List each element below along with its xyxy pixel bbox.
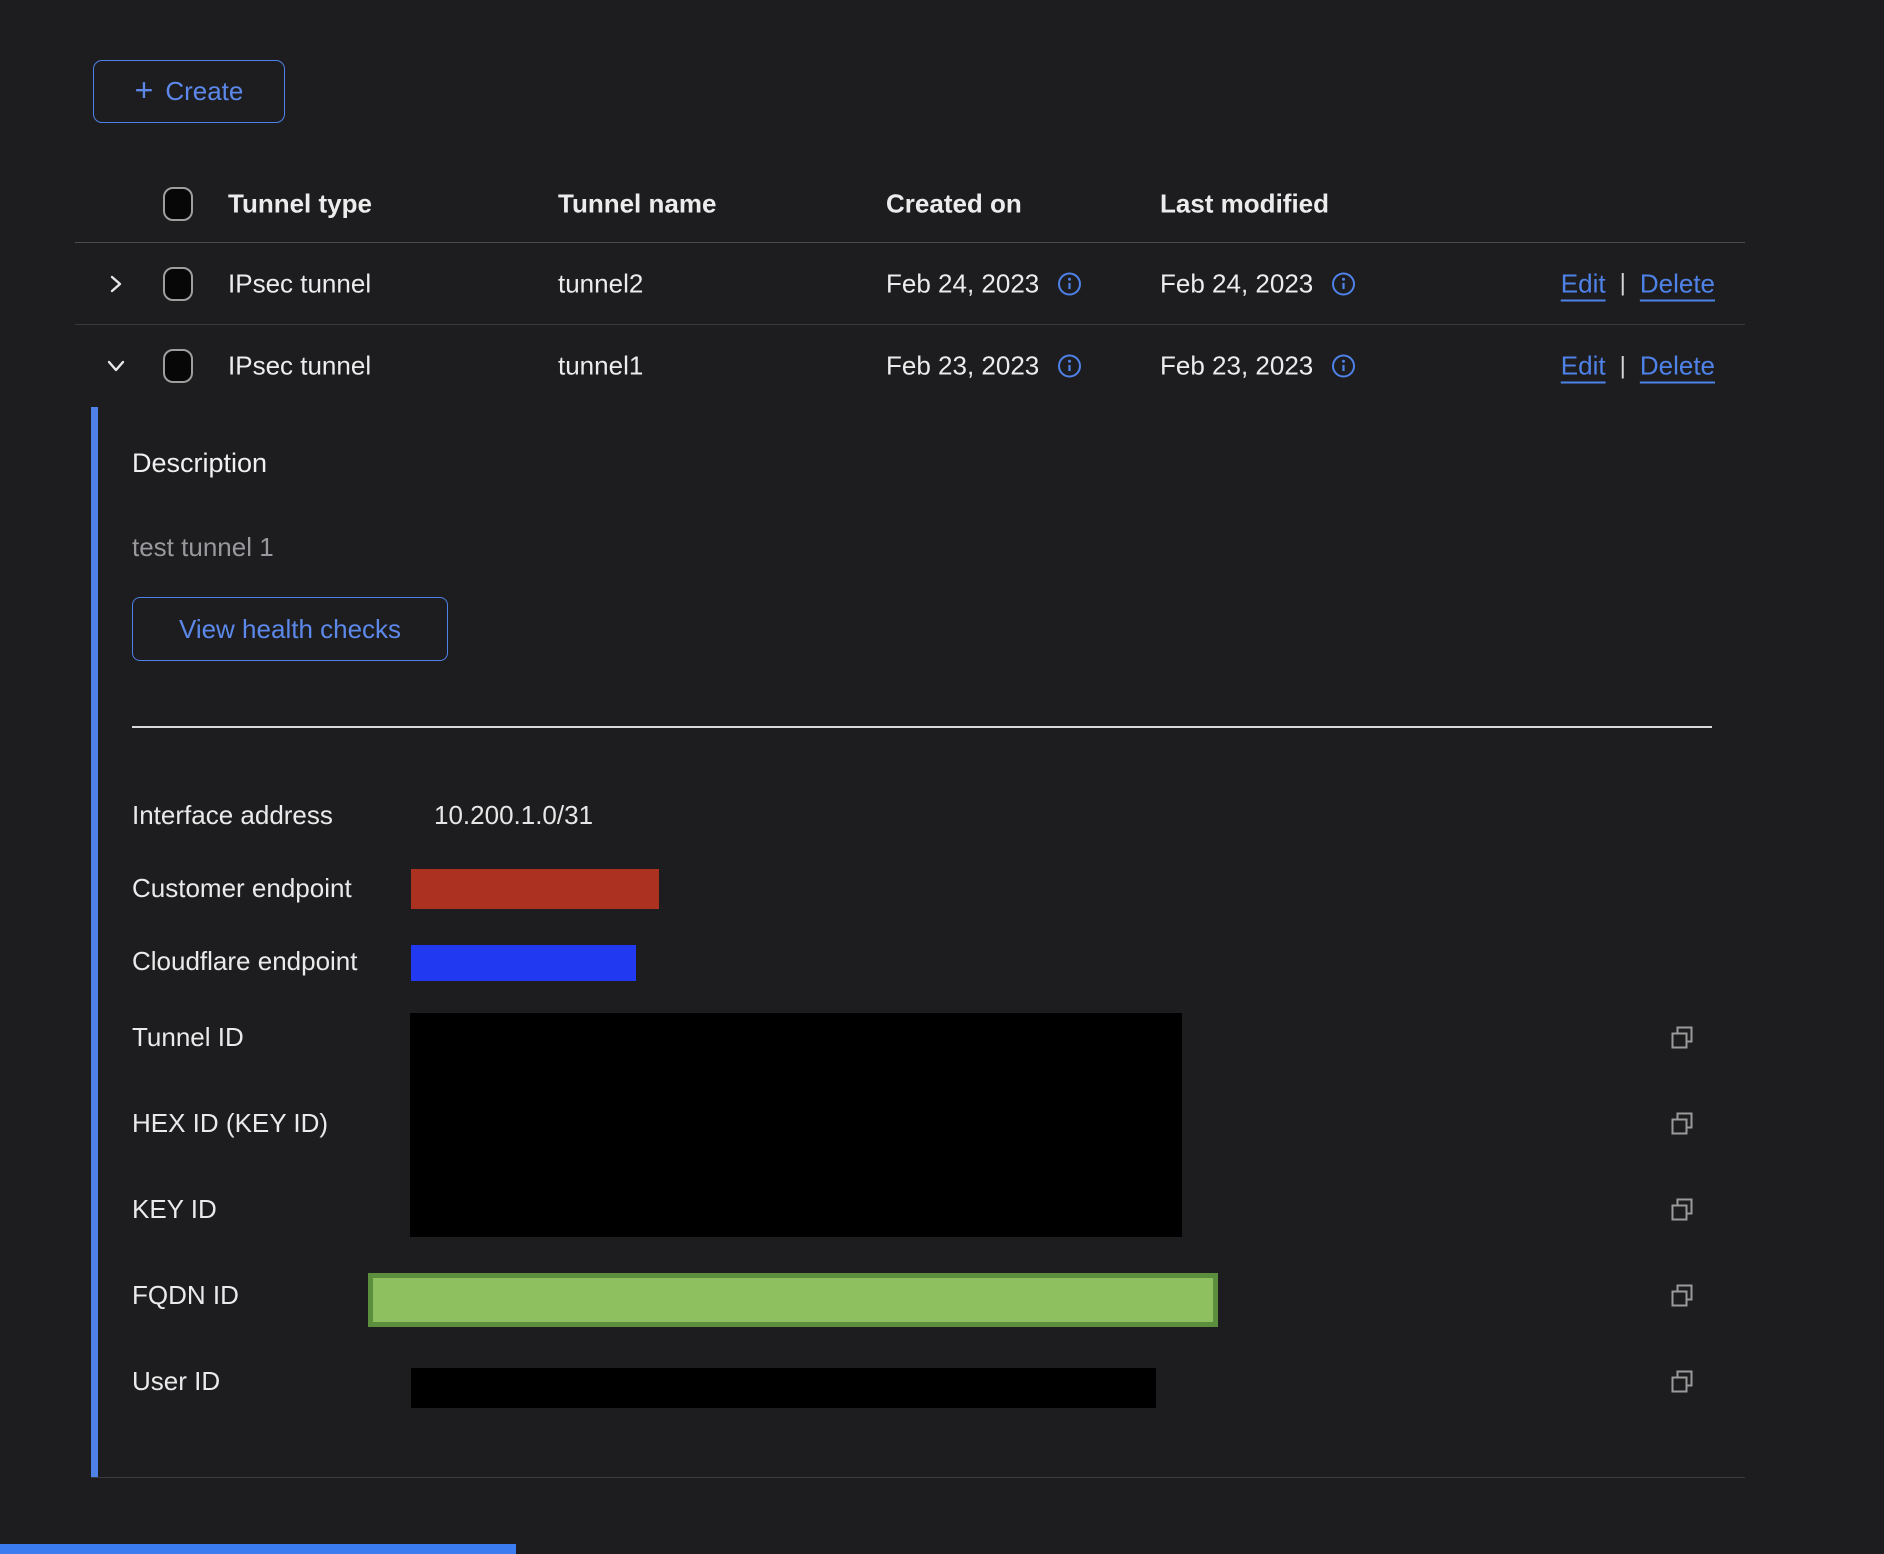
table-row-tunnel1: IPsec tunnel tunnel1 Feb 23, 2023 Feb 23… — [75, 325, 1745, 407]
fqdn-id-label: FQDN ID — [132, 1280, 239, 1311]
cloudflare-endpoint-label: Cloudflare endpoint — [132, 946, 358, 977]
interface-address-label: Interface address — [132, 800, 333, 831]
hex-id-label: HEX ID (KEY ID) — [132, 1108, 328, 1139]
chevron-right-icon — [103, 271, 129, 297]
copy-tunnel-id-button[interactable] — [1668, 1024, 1696, 1052]
tunnel-type-cell: IPsec tunnel — [228, 351, 371, 382]
tunnels-table: Tunnel type Tunnel name Created on Last … — [75, 165, 1745, 407]
fqdn-id-redacted-value — [368, 1273, 1218, 1327]
create-button-label: Create — [165, 76, 243, 107]
copy-fqdn-id-button[interactable] — [1668, 1282, 1696, 1310]
info-icon[interactable] — [1057, 354, 1082, 379]
customer-endpoint-redacted-value — [411, 869, 659, 909]
copy-icon — [1668, 1282, 1696, 1310]
user-id-label: User ID — [132, 1366, 220, 1397]
expanded-row-accent-bar — [91, 407, 98, 1477]
table-header-row: Tunnel type Tunnel name Created on Last … — [75, 165, 1745, 243]
last-modified-cell: Feb 23, 2023 — [1160, 351, 1313, 382]
section-divider — [132, 726, 1712, 728]
copy-icon — [1668, 1110, 1696, 1138]
created-on-cell: Feb 23, 2023 — [886, 351, 1039, 382]
bottom-accent-bar — [0, 1544, 516, 1554]
info-icon[interactable] — [1057, 271, 1082, 296]
header-tunnel-type: Tunnel type — [228, 188, 372, 219]
edit-link[interactable]: Edit — [1561, 268, 1606, 299]
select-all-checkbox[interactable] — [163, 187, 193, 221]
tunnel-type-cell: IPsec tunnel — [228, 268, 371, 299]
edit-link[interactable]: Edit — [1561, 351, 1606, 382]
tunnel-name-cell: tunnel2 — [558, 268, 643, 299]
create-button[interactable]: + Create — [93, 60, 285, 123]
description-label: Description — [132, 448, 267, 479]
action-separator: | — [1620, 270, 1626, 298]
view-health-checks-button[interactable]: View health checks — [132, 597, 448, 661]
collapse-row-button[interactable] — [101, 351, 131, 381]
last-modified-cell: Feb 24, 2023 — [1160, 268, 1313, 299]
copy-user-id-button[interactable] — [1668, 1368, 1696, 1396]
user-id-redacted-value — [411, 1368, 1156, 1408]
info-icon[interactable] — [1331, 354, 1356, 379]
description-value: test tunnel 1 — [132, 532, 274, 563]
copy-key-id-button[interactable] — [1668, 1196, 1696, 1224]
expanded-row-panel: Description test tunnel 1 View health ch… — [91, 407, 1745, 1478]
header-tunnel-name: Tunnel name — [558, 188, 716, 219]
table-row-tunnel2: IPsec tunnel tunnel2 Feb 24, 2023 Feb 24… — [75, 243, 1745, 325]
interface-address-value: 10.200.1.0/31 — [434, 800, 593, 831]
tunnel-id-label: Tunnel ID — [132, 1022, 244, 1053]
customer-endpoint-label: Customer endpoint — [132, 873, 352, 904]
expand-row-button[interactable] — [101, 269, 131, 299]
copy-icon — [1668, 1368, 1696, 1396]
header-last-modified: Last modified — [1160, 188, 1329, 219]
created-on-cell: Feb 24, 2023 — [886, 268, 1039, 299]
key-id-label: KEY ID — [132, 1194, 217, 1225]
row-checkbox[interactable] — [163, 267, 193, 301]
copy-icon — [1668, 1024, 1696, 1052]
row-checkbox[interactable] — [163, 349, 193, 383]
ids-redacted-block — [410, 1013, 1182, 1237]
tunnel-name-cell: tunnel1 — [558, 351, 643, 382]
delete-link[interactable]: Delete — [1640, 351, 1715, 382]
cloudflare-endpoint-redacted-value — [411, 945, 636, 981]
delete-link[interactable]: Delete — [1640, 268, 1715, 299]
copy-hex-id-button[interactable] — [1668, 1110, 1696, 1138]
plus-icon: + — [135, 74, 154, 106]
copy-icon — [1668, 1196, 1696, 1224]
info-icon[interactable] — [1331, 271, 1356, 296]
header-created-on: Created on — [886, 188, 1022, 219]
action-separator: | — [1620, 352, 1626, 380]
chevron-down-icon — [103, 353, 129, 379]
